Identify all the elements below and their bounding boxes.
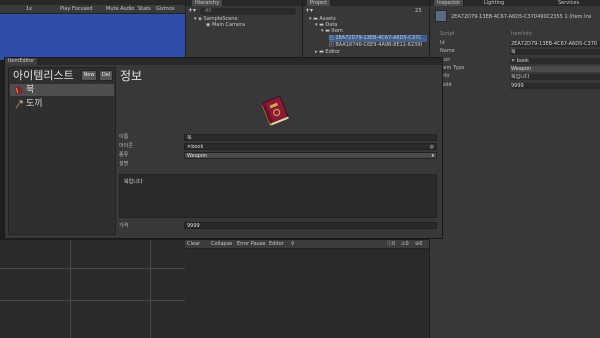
icon-object-field[interactable]: ✕book ◎ bbox=[184, 143, 437, 150]
info-text: 북입니다 bbox=[124, 179, 143, 185]
list-item-label: 도끼 bbox=[26, 99, 43, 109]
list-item-label: 북 bbox=[26, 85, 35, 95]
asset-icon bbox=[435, 10, 447, 22]
detail-title: 정보 bbox=[120, 69, 143, 83]
inspector-header: 2EA72D79-13EB-4C67-A6D5-C370490C2355 1 (… bbox=[451, 14, 592, 20]
list-item-book[interactable]: 북 bbox=[10, 84, 114, 96]
error-pause-button[interactable]: Error Pause bbox=[237, 241, 265, 248]
type-label: 종류 bbox=[119, 152, 129, 158]
stats-toggle[interactable]: Stats bbox=[138, 6, 151, 13]
inspector-type-dropdown[interactable]: Weapon bbox=[510, 66, 600, 72]
inspector-label: Name bbox=[440, 48, 455, 54]
icon-field-value: book bbox=[191, 144, 204, 150]
game-toolbar: 1x Play Focused Mute Audio Stats Gizmos bbox=[0, 5, 185, 14]
tab-hierarchy[interactable]: Hierarchy bbox=[192, 0, 224, 6]
asset-count: 23 bbox=[415, 8, 422, 14]
tab-services[interactable]: Services bbox=[558, 0, 579, 6]
inspector-gold-field[interactable]: 9999 bbox=[510, 83, 600, 89]
editor-titlebar bbox=[5, 58, 442, 65]
item-list-title: 아이템리스트 bbox=[13, 69, 74, 82]
gold-field[interactable]: 9999 bbox=[184, 222, 437, 229]
search-icon[interactable]: ⚲ bbox=[291, 241, 295, 248]
inspector-info-field[interactable]: 북입니다 bbox=[510, 74, 600, 80]
type-dropdown[interactable]: Weapon ▾ bbox=[184, 152, 437, 159]
scale-label[interactable]: 1x bbox=[26, 6, 32, 13]
project-panel: Project +▾ 23 ▾ ▬ Assets ▾ ▬ Data ▾ ▬ It… bbox=[303, 0, 429, 62]
tab-item-editor[interactable]: ItemEditor bbox=[5, 58, 38, 65]
book-icon bbox=[14, 85, 23, 94]
asset-file[interactable]: ◰ 2EA72D79-13EB-4C67-A6D5-C37C bbox=[329, 35, 427, 42]
asset-file-label: BAA18746-C6E9-4A9B-8E11-6239( bbox=[335, 42, 423, 48]
new-button[interactable]: New bbox=[81, 70, 97, 81]
inspector-id-field[interactable]: 2EA72D79-13EB-4C67-A6D5-C370 bbox=[510, 41, 600, 47]
console-panel bbox=[185, 240, 429, 338]
tab-project[interactable]: Project bbox=[307, 0, 332, 6]
item-list-pane: 아이템리스트 New Del 북 도끼 bbox=[8, 67, 116, 235]
editor-dropdown[interactable]: Editor bbox=[269, 241, 284, 248]
inspector-label: Item Type bbox=[440, 65, 465, 71]
add-icon[interactable]: +▾ bbox=[188, 7, 196, 15]
play-focused-dropdown[interactable]: Play Focused bbox=[60, 6, 93, 13]
info-label: 설명 bbox=[119, 161, 129, 167]
hierarchy-search-input[interactable]: All bbox=[200, 8, 296, 15]
list-item-axe[interactable]: 도끼 bbox=[10, 98, 114, 110]
tab-lighting[interactable]: Lighting bbox=[484, 0, 504, 6]
error-count-value: 0 bbox=[419, 241, 423, 247]
folder-label: Item bbox=[331, 28, 343, 34]
inspector-icon-field[interactable]: ✕ book bbox=[510, 58, 600, 64]
asset-file[interactable]: ◰ BAA18746-C6E9-4A9B-8E11-6239( bbox=[329, 42, 427, 49]
inspector-value: ItemInfo bbox=[511, 31, 532, 37]
chevron-down-icon: ▾ bbox=[431, 153, 434, 159]
gizmos-dropdown[interactable]: Gizmos bbox=[156, 6, 174, 13]
name-label: 이름 bbox=[119, 134, 129, 140]
folder-editor[interactable]: ▸ ▬ Editor bbox=[315, 49, 340, 56]
inspector-label: Script bbox=[440, 31, 455, 37]
collapse-button[interactable]: Collapse bbox=[211, 241, 232, 248]
scene-view bbox=[0, 240, 185, 338]
tab-inspector[interactable]: Inspector bbox=[434, 0, 465, 6]
log-count-value: 0 bbox=[392, 241, 396, 247]
del-button[interactable]: Del bbox=[99, 70, 113, 81]
info-textarea[interactable]: 북입니다 bbox=[119, 174, 437, 218]
name-field[interactable]: 북 bbox=[184, 134, 437, 141]
console-toolbar: Clear Collapse Error Pause Editor ⚲ ⓘ0 ⚠… bbox=[185, 240, 429, 249]
hierarchy-search-placeholder: All bbox=[205, 8, 212, 14]
folder-label: Editor bbox=[325, 49, 341, 55]
inspector-icon-value: book bbox=[516, 58, 529, 64]
hierarchy-item[interactable]: ◉ Main Camera bbox=[206, 22, 245, 29]
object-picker-icon[interactable]: ◎ bbox=[430, 144, 434, 150]
error-count[interactable]: ⊘0 bbox=[415, 241, 422, 248]
hierarchy-panel: Hierarchy +▾ All ▾ ◈ SampleScene ◉ Main … bbox=[186, 0, 302, 62]
mute-audio-toggle[interactable]: Mute Audio bbox=[106, 6, 134, 13]
axe-icon bbox=[15, 99, 23, 108]
inspector-label: Id bbox=[440, 40, 445, 46]
type-dropdown-value: Weapon bbox=[187, 153, 208, 159]
add-icon[interactable]: +▾ bbox=[305, 7, 313, 15]
warning-count-value: 0 bbox=[405, 241, 409, 247]
warning-count[interactable]: ⚠0 bbox=[401, 241, 409, 248]
inspector-name-field[interactable]: 북 bbox=[510, 49, 600, 55]
item-editor-window: ItemEditor 아이템리스트 New Del 북 도끼 정보 이름 북 아… bbox=[4, 57, 443, 239]
log-count[interactable]: ⓘ0 bbox=[387, 241, 395, 248]
folder-item[interactable]: ▾ ▬ Item bbox=[321, 28, 343, 35]
clear-button[interactable]: Clear bbox=[187, 241, 200, 248]
icon-label: 아이콘 bbox=[119, 143, 133, 149]
gold-label: 가격 bbox=[119, 223, 129, 229]
asset-file-label: 2EA72D79-13EB-4C67-A6D5-C37C bbox=[335, 35, 422, 41]
hierarchy-item-label: Main Camera bbox=[211, 22, 246, 28]
item-preview-book-icon bbox=[262, 96, 289, 126]
